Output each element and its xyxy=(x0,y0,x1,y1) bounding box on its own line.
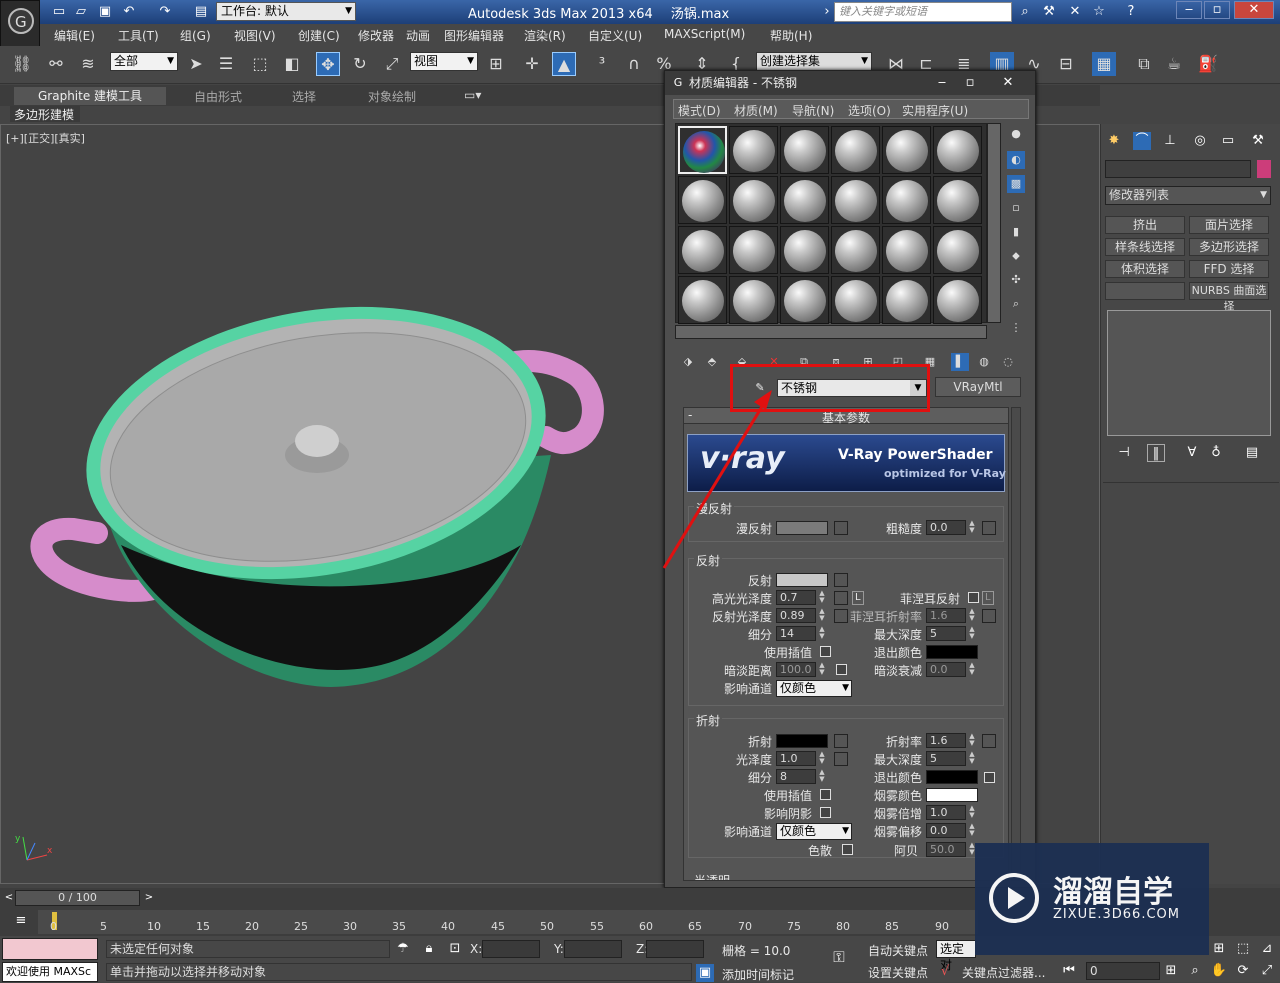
watermark: 溜溜自学 ZIXUE.3D66.COM xyxy=(975,843,1209,955)
field-of-view-icon[interactable]: ⊿ xyxy=(1258,940,1276,958)
timeline-tick: 40 xyxy=(441,920,455,933)
x-coord-field[interactable] xyxy=(482,940,540,958)
timeline-tick: 90 xyxy=(935,920,949,933)
annotation-arrow xyxy=(662,390,772,569)
set-key-button[interactable]: 设置关键点 xyxy=(868,964,928,981)
time-tag-icon[interactable]: ▣ xyxy=(696,964,714,982)
welcome-text[interactable]: 欢迎使用 MAXSc xyxy=(2,962,98,982)
maximize-viewport-icon[interactable]: ⤢ xyxy=(1258,962,1276,980)
z-coord-field[interactable] xyxy=(646,940,704,958)
selection-lock-icon[interactable]: 🔒︎ xyxy=(420,940,438,958)
y-label: Y: xyxy=(554,942,564,956)
watermark-url: ZIXUE.3D66.COM xyxy=(1053,907,1180,922)
timeline-tick: 0 xyxy=(50,920,57,933)
watermark-title: 溜溜自学 xyxy=(1053,875,1173,910)
zoom-all-icon[interactable]: ⬚ xyxy=(1234,940,1252,958)
timeline-tick: 15 xyxy=(196,920,210,933)
key-filter-icon[interactable]: √ xyxy=(936,963,954,981)
timeline-tick: 60 xyxy=(639,920,653,933)
timeline-ruler[interactable]: 0 5 10 15 20 25 30 35 40 45 50 55 60 65 … xyxy=(38,910,978,934)
frame-slider[interactable]: 0 / 100 xyxy=(15,890,140,906)
timeline-tick: 25 xyxy=(294,920,308,933)
key-mode-dropdown[interactable]: 选定对 xyxy=(936,940,976,972)
pan-icon[interactable]: ✋ xyxy=(1210,962,1228,980)
set-key-icon[interactable]: ⚿ xyxy=(830,948,848,966)
timeline-tick: 30 xyxy=(343,920,357,933)
timeline-tick: 5 xyxy=(100,920,107,933)
mini-curve-editor-icon[interactable]: ≡ xyxy=(12,912,30,930)
timeline-tick: 55 xyxy=(590,920,604,933)
x-label: X: xyxy=(470,942,483,956)
watermark-logo-icon xyxy=(989,873,1039,923)
orbit-icon[interactable]: ⟳ xyxy=(1234,962,1252,980)
maxscript-listener-mini[interactable] xyxy=(2,938,98,960)
selection-status: 未选定任何对象 xyxy=(106,940,390,958)
key-filters-button[interactable]: 关键点过滤器... xyxy=(962,964,1045,981)
timeline-tick: 75 xyxy=(787,920,801,933)
timeline-tick: 20 xyxy=(245,920,259,933)
timeline-tick: 85 xyxy=(885,920,899,933)
time-config-icon[interactable]: ⊞ xyxy=(1162,962,1180,980)
zoom-extents-icon[interactable]: ⊞ xyxy=(1210,940,1228,958)
next-frame-arrow-icon[interactable]: > xyxy=(140,889,158,907)
y-coord-field[interactable] xyxy=(564,940,622,958)
auto-key-button[interactable]: 自动关键点 xyxy=(868,942,928,959)
add-time-tag[interactable]: 添加时间标记 xyxy=(722,966,794,983)
go-to-start-icon[interactable]: ⏮ xyxy=(1060,962,1078,980)
timeline-tick: 70 xyxy=(738,920,752,933)
timeline-tick: 50 xyxy=(540,920,554,933)
absolute-mode-icon[interactable]: ⊡ xyxy=(446,940,464,958)
timeline-tick: 80 xyxy=(836,920,850,933)
timeline-tick: 35 xyxy=(392,920,406,933)
timeline-tick: 45 xyxy=(491,920,505,933)
current-frame-field[interactable]: 0 xyxy=(1086,962,1160,980)
zoom-icon[interactable]: ⌕ xyxy=(1186,962,1204,980)
timeline-tick: 65 xyxy=(688,920,702,933)
timeline-tick: 10 xyxy=(147,920,161,933)
isolate-selection-icon[interactable]: ☂ xyxy=(394,940,412,958)
prompt-line: 单击并拖动以选择并移动对象 xyxy=(106,963,692,981)
grid-size: 栅格 = 10.0 xyxy=(722,944,791,958)
